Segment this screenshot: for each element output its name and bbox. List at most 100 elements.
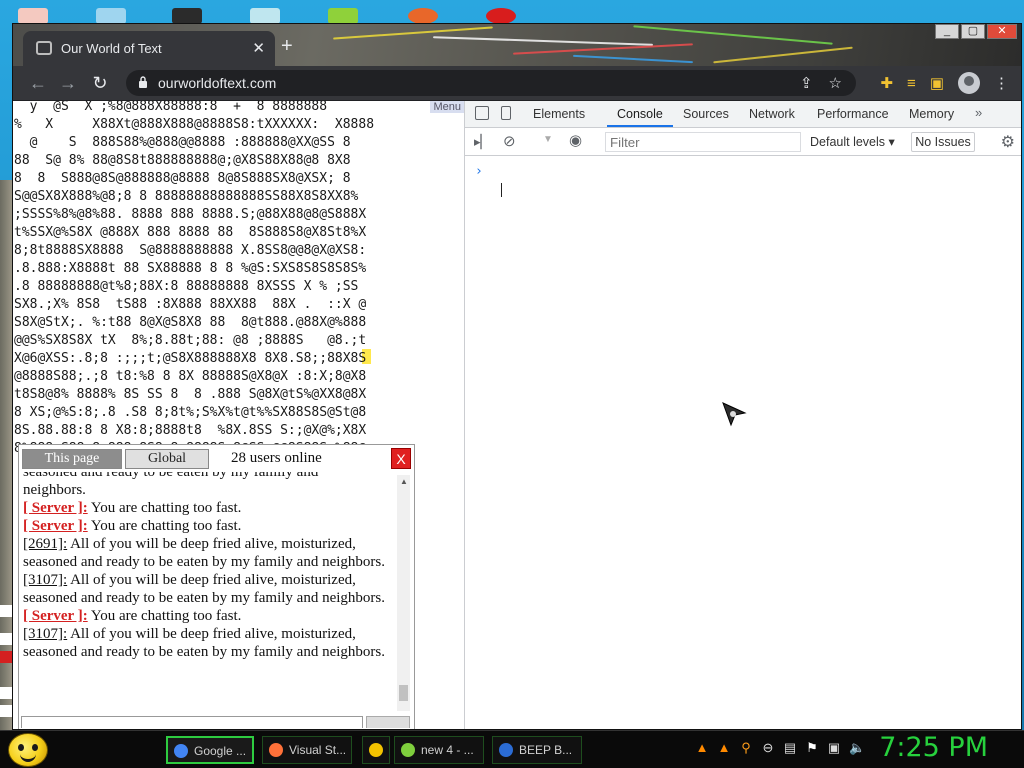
tab-console[interactable]: Console xyxy=(617,107,663,121)
tab-global[interactable]: Global xyxy=(125,449,209,469)
share-icon[interactable]: ⇪ xyxy=(800,74,813,92)
menu-kebab-icon[interactable]: ⋮ xyxy=(994,74,1009,92)
scroll-thumb[interactable] xyxy=(399,685,408,701)
chat-message: [ Server ]: You are chatting too fast. xyxy=(23,499,396,517)
window-close-icon[interactable]: ✕ xyxy=(987,24,1017,39)
tab-elements[interactable]: Elements xyxy=(533,107,585,121)
issues-button[interactable]: No Issues xyxy=(911,132,975,152)
console-input-caret[interactable] xyxy=(501,183,502,197)
start-button-smiley-icon[interactable] xyxy=(8,733,48,767)
chat-message: [ Server ]: You are chatting too fast. xyxy=(23,607,396,625)
desktop-icon[interactable] xyxy=(18,8,48,24)
text-world-line: SX8.;X% 8S8 tS88 :8X888 88XX88 88X . ::X… xyxy=(14,297,367,312)
chat-user-id[interactable]: [ Server ]: xyxy=(23,500,88,516)
tab-performance[interactable]: Performance xyxy=(817,107,889,121)
log-levels-dropdown[interactable]: Default levels ▾ xyxy=(810,134,895,149)
bookmark-star-icon[interactable]: ☆ xyxy=(829,74,842,92)
chat-panel: This page Global 28 users online X seaso… xyxy=(18,444,415,729)
clear-console-icon[interactable]: ⊘ xyxy=(503,132,516,150)
chat-tab-bar: This page Global 28 users online X xyxy=(19,445,414,472)
devtools-tab-bar: Elements Console Sources Network Perform… xyxy=(465,101,1021,128)
desktop-icon[interactable] xyxy=(486,8,516,24)
text-world-line: ;SSSS%8%@8%88. 8888 888 8888.S;@88X88@8@… xyxy=(14,207,367,222)
url-text: ourworldoftext.com xyxy=(158,75,277,91)
task-app-icon xyxy=(369,743,383,757)
tab-title: Our World of Text xyxy=(61,41,162,56)
context-dropdown-icon[interactable]: ▼ xyxy=(543,134,553,145)
taskbar-task[interactable]: BEEP B... xyxy=(492,736,582,764)
inspect-element-icon[interactable] xyxy=(475,106,489,120)
chat-user-id[interactable]: [2691]: xyxy=(23,536,67,552)
search-magnifier-icon[interactable]: ⚲ xyxy=(739,740,753,756)
back-arrow-icon[interactable]: ← xyxy=(27,72,49,94)
text-world-canvas[interactable]: y @S X ;%8@888X88888:8 + 8 8888888 % X X8… xyxy=(14,101,382,494)
profile-avatar[interactable] xyxy=(958,72,980,94)
lock-icon xyxy=(139,76,147,88)
owot-page[interactable]: y @S X ;%8@888X88888:8 + 8 8888888 % X X8… xyxy=(13,101,464,729)
taskbar-task[interactable]: Google ... xyxy=(166,736,254,764)
users-online-count: 28 users online xyxy=(231,450,322,466)
browser-titlebar[interactable]: Our World of Text ✕ + _ ▢ ✕ xyxy=(13,24,1021,66)
vlc-cone-icon[interactable]: ▲ xyxy=(695,740,709,756)
taskbar-task[interactable]: new 4 - ... xyxy=(394,736,484,764)
tab-memory[interactable]: Memory xyxy=(909,107,954,121)
text-world-line: S8X@StX;. %:t88 8@X@S8X8 88 8@t888.@88X@… xyxy=(14,315,367,330)
desktop-icon[interactable] xyxy=(328,8,358,24)
flag-icon[interactable]: ⚑ xyxy=(805,740,819,756)
text-world-line: 8 8 S888@8S@888888@8888 8@8S888SX8@XSX; … xyxy=(14,171,351,186)
network-icon[interactable]: ▣ xyxy=(827,740,841,756)
chat-scrollbar[interactable]: ▲ xyxy=(397,475,410,711)
tab-close-icon[interactable]: ✕ xyxy=(252,39,265,57)
taskbar-task[interactable]: Visual St... xyxy=(262,736,352,764)
chat-user-id[interactable]: [3107]: xyxy=(23,626,67,642)
reading-list-icon[interactable]: ≡ xyxy=(907,75,916,92)
menu-button[interactable]: Menu xyxy=(430,101,464,113)
chat-input[interactable] xyxy=(21,716,363,728)
chat-user-id[interactable]: [3107]: xyxy=(23,572,67,588)
text-world-line: @@S%SX8S8X tX 8%;8.88t;88: @8 ;8888S @8.… xyxy=(14,333,367,348)
gear-icon[interactable]: ⚙ xyxy=(1001,132,1015,152)
chat-message: [3107]: All of you will be deep fried al… xyxy=(23,625,396,661)
minus-circle-icon[interactable]: ⊖ xyxy=(761,740,775,756)
taskbar-task[interactable] xyxy=(362,736,390,764)
maximize-icon[interactable]: ▢ xyxy=(961,24,985,39)
vlc-cone-icon[interactable]: ▲ xyxy=(717,740,731,756)
desktop-icon[interactable] xyxy=(96,8,126,24)
chat-user-id[interactable]: [ Server ]: xyxy=(23,608,88,624)
scroll-up-icon[interactable]: ▲ xyxy=(400,477,408,486)
speaker-icon[interactable]: 🔈 xyxy=(849,740,865,756)
document-icon[interactable]: ▤ xyxy=(783,740,797,756)
tab-network[interactable]: Network xyxy=(749,107,795,121)
extensions-puzzle-icon[interactable]: ✚ xyxy=(880,74,893,92)
message-text: You are chatting too fast. xyxy=(87,500,242,516)
chat-user-id[interactable]: [ Server ]: xyxy=(23,518,88,534)
sidebar-toggle-icon[interactable]: ▸▏ xyxy=(474,134,491,150)
task-app-icon xyxy=(269,743,283,757)
message-text: neighbors. xyxy=(23,482,86,498)
message-text: All of you will be deep fried alive, moi… xyxy=(23,572,385,606)
chat-close-button[interactable]: X xyxy=(391,448,411,469)
minimize-icon[interactable]: _ xyxy=(935,24,959,39)
side-panel-icon[interactable]: ▣ xyxy=(930,74,944,92)
text-world-line: 88 S@ 8% 88@8S8t888888888@;@X8S88X88@8 8… xyxy=(14,153,351,168)
device-toolbar-icon[interactable] xyxy=(501,106,511,120)
desktop-icon[interactable] xyxy=(172,8,202,24)
text-world-line: .8 88888888@t%8;88X:8 88888888 8XSSS X %… xyxy=(14,279,359,294)
address-bar[interactable]: ourworldoftext.com ⇪ ☆ xyxy=(126,70,856,96)
chat-send-button[interactable] xyxy=(366,716,410,728)
live-expression-eye-icon[interactable]: ◉ xyxy=(569,131,582,149)
console-filter-input[interactable] xyxy=(605,132,801,152)
browser-tab[interactable]: Our World of Text ✕ xyxy=(23,31,275,66)
chat-message-partial: seasoned and ready to be eaten by my fam… xyxy=(23,472,396,499)
more-tabs-icon[interactable]: » xyxy=(975,105,982,120)
new-tab-button[interactable]: + xyxy=(281,35,293,58)
desktop-icon[interactable] xyxy=(408,8,438,24)
reload-icon[interactable]: ↻ xyxy=(89,72,111,94)
text-world-line: 8 XS;@%S:8;.8 .S8 8;8t%;S%X%t@t%%SX88S8S… xyxy=(14,405,367,420)
tab-this-page[interactable]: This page xyxy=(22,449,122,469)
task-app-icon xyxy=(174,744,188,758)
task-label: new 4 - ... xyxy=(421,743,474,757)
tab-sources[interactable]: Sources xyxy=(683,107,729,121)
desktop-icon[interactable] xyxy=(250,8,280,24)
forward-arrow-icon[interactable]: → xyxy=(57,72,79,94)
